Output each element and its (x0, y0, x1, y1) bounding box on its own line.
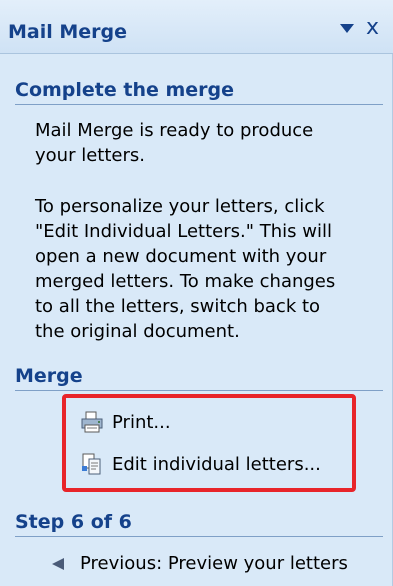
task-pane-title: Mail Merge (8, 21, 128, 43)
instructions-line: To personalize your letters, click (35, 196, 325, 217)
instructions-line: open a new document with your (35, 246, 327, 267)
section-heading-merge: Merge (15, 365, 383, 391)
intro-line: Mail Merge is ready to produce (35, 120, 314, 141)
instructions-line: merged letters. To make changes (35, 271, 336, 292)
previous-step-label: Previous: Preview your letters (80, 553, 348, 574)
instructions-line: "Edit Individual Letters." This will (35, 221, 332, 242)
pane-options-dropdown-icon[interactable] (340, 24, 354, 33)
mail-merge-task-pane: Mail Merge x Complete the merge Mail Mer… (0, 0, 393, 586)
highlight-annotation-box (62, 394, 356, 492)
intro-paragraph: Mail Merge is ready to produce your lett… (35, 118, 375, 168)
previous-step-link[interactable]: Previous: Preview your letters (52, 553, 348, 574)
section-heading-complete: Complete the merge (15, 79, 383, 105)
intro-line: your letters. (35, 145, 145, 166)
instructions-line: to all the letters, switch back to (35, 296, 321, 317)
close-icon[interactable]: x (366, 17, 379, 39)
back-arrow-icon (52, 557, 64, 570)
section-heading-step: Step 6 of 6 (15, 511, 383, 537)
instructions-paragraph: To personalize your letters, click "Edit… (35, 194, 375, 344)
instructions-line: the original document. (35, 321, 240, 342)
task-pane-title-bar: Mail Merge x (0, 0, 393, 54)
